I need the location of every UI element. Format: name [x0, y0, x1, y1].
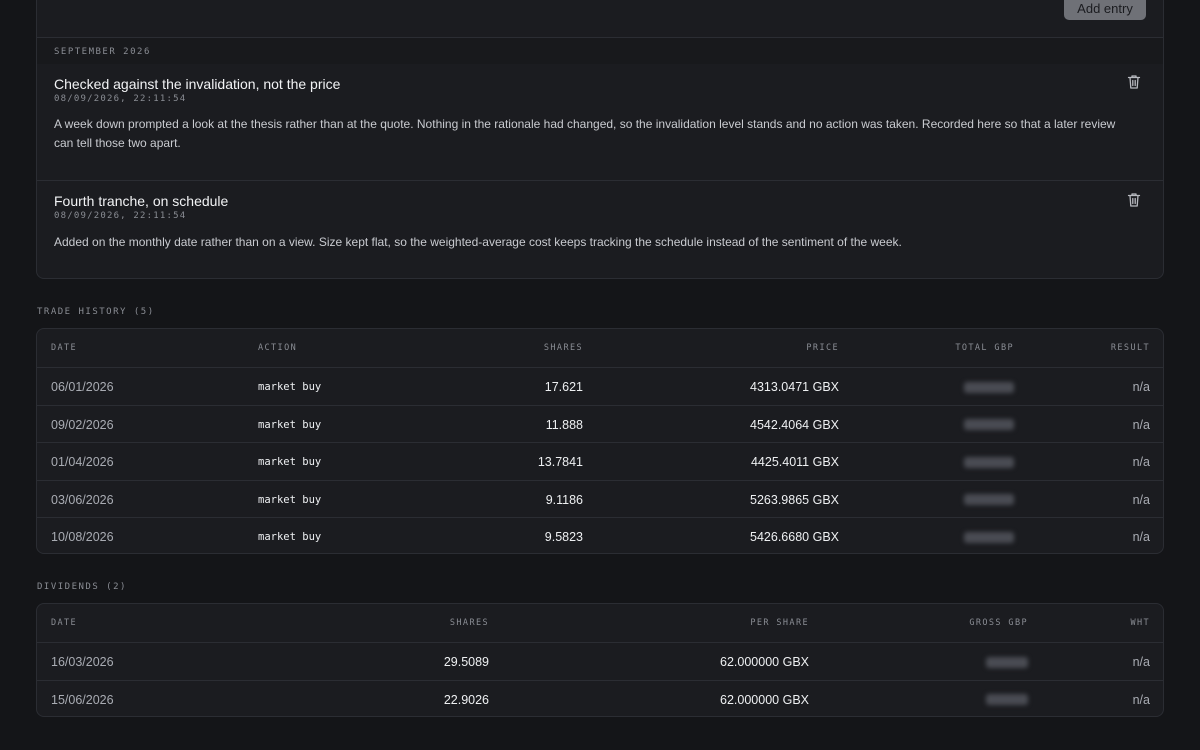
trade-action: market buy	[258, 381, 322, 393]
entry-timestamp: 08/09/2026, 22:11:54	[54, 211, 187, 221]
table-row: 15/06/2026 22.9026 62.000000 GBX n/a	[37, 679, 1163, 717]
month-group-header: SEPTEMBER 2026	[37, 37, 1163, 64]
dividend-gross-gbp-redacted	[986, 681, 1028, 717]
trade-result: n/a	[1132, 455, 1150, 469]
table-header-row: DATE ACTION SHARES PRICE TOTAL GBP RESUL…	[37, 329, 1163, 367]
redacted-value	[986, 656, 1028, 668]
trade-total-gbp-redacted	[964, 518, 1014, 553]
dividend-wht: n/a	[1132, 692, 1150, 707]
column-header-price: PRICE	[806, 343, 839, 353]
trade-shares: 17.621	[544, 380, 583, 394]
dividend-date: 15/06/2026	[51, 692, 114, 707]
trade-history-table: DATE ACTION SHARES PRICE TOTAL GBP RESUL…	[36, 328, 1164, 554]
dividend-gross-gbp-redacted	[986, 643, 1028, 681]
trade-action: market buy	[258, 456, 322, 468]
entry-title: Checked against the invalidation, not th…	[54, 76, 341, 92]
table-row: 09/02/2026 market buy 11.888 4542.4064 GBX n…	[37, 404, 1163, 444]
dividend-per-share: 62.000000 GBX	[720, 655, 809, 669]
redacted-value	[964, 531, 1014, 543]
column-header-per-share: PER SHARE	[750, 618, 809, 628]
column-header-date: DATE	[51, 618, 78, 628]
entry-body: A week down prompted a look at the thesi…	[54, 117, 1116, 150]
trade-price: 5263.9865 GBX	[750, 492, 839, 507]
dividend-per-share: 62.000000 GBX	[720, 692, 809, 707]
trade-result: n/a	[1132, 492, 1150, 507]
trade-action: market buy	[258, 493, 322, 506]
trade-total-gbp-redacted	[964, 443, 1014, 481]
column-header-gross-gbp: GROSS GBP	[969, 618, 1028, 628]
column-header-total-gbp: TOTAL GBP	[955, 343, 1014, 353]
column-header-wht: WHT	[1130, 618, 1150, 628]
redacted-value	[964, 419, 1014, 430]
trade-action: market buy	[258, 531, 322, 543]
table-row: 10/08/2026 market buy 9.5823 5426.6680 GBX n…	[37, 517, 1163, 553]
trade-shares: 9.1186	[545, 492, 583, 507]
entry-title: Fourth tranche, on schedule	[54, 193, 229, 209]
trash-icon[interactable]	[1127, 192, 1141, 208]
dividend-wht: n/a	[1132, 655, 1150, 669]
column-header-date: DATE	[51, 343, 78, 353]
entry-timestamp: 08/09/2026, 22:11:54	[54, 94, 187, 104]
redacted-value	[964, 381, 1014, 393]
trade-action: market buy	[258, 418, 322, 431]
trade-shares: 9.5823	[544, 530, 583, 544]
table-row: 03/06/2026 market buy 9.1186 5263.9865 GBX n…	[37, 479, 1163, 519]
trade-date: 03/06/2026	[51, 492, 114, 507]
trade-price: 4313.0471 GBX	[750, 380, 839, 394]
trade-price: 4542.4064 GBX	[750, 417, 839, 432]
dividends-title: DIVIDENDS (2)	[37, 582, 127, 592]
month-label: SEPTEMBER 2026	[54, 47, 151, 57]
table-header-row: DATE SHARES PER SHARE GROSS GBP WHT	[37, 604, 1163, 642]
column-header-shares: SHARES	[543, 343, 583, 353]
add-entry-button[interactable]: Add entry	[1064, 0, 1146, 20]
trade-date: 09/02/2026	[51, 417, 114, 432]
trade-shares: 13.7841	[537, 455, 583, 469]
trade-date: 06/01/2026	[51, 380, 114, 394]
trade-total-gbp-redacted	[964, 481, 1014, 519]
trade-shares: 11.888	[545, 417, 583, 432]
column-header-shares: SHARES	[449, 618, 489, 628]
trade-result: n/a	[1132, 417, 1150, 432]
column-header-result: RESULT	[1110, 343, 1150, 353]
trade-total-gbp-redacted	[964, 406, 1014, 444]
table-row: 06/01/2026 market buy 17.621 4313.0471 GBX n…	[37, 367, 1163, 405]
trade-date: 01/04/2026	[51, 455, 114, 469]
table-row: 01/04/2026 market buy 13.7841 4425.4011 GBX…	[37, 442, 1163, 480]
journal-card: Add entry SEPTEMBER 2026 Checked against…	[36, 0, 1164, 279]
trash-icon[interactable]	[1127, 74, 1141, 90]
column-header-action: ACTION	[258, 343, 298, 353]
redacted-value	[964, 494, 1014, 505]
redacted-value	[986, 694, 1028, 705]
dividend-shares: 29.5089	[443, 655, 489, 669]
journal-entry: Checked against the invalidation, not th…	[37, 64, 1163, 180]
trade-total-gbp-redacted	[964, 368, 1014, 406]
trade-result: n/a	[1132, 380, 1150, 394]
redacted-value	[964, 456, 1014, 468]
trade-history-title: TRADE HISTORY (5)	[37, 307, 155, 317]
trade-result: n/a	[1132, 530, 1150, 544]
dividends-table: DATE SHARES PER SHARE GROSS GBP WHT 16/0…	[36, 603, 1164, 717]
table-row: 16/03/2026 29.5089 62.000000 GBX n/a	[37, 642, 1163, 680]
dividend-date: 16/03/2026	[51, 655, 114, 669]
trade-price: 4425.4011 GBX	[750, 455, 839, 469]
trade-price: 5426.6680 GBX	[750, 530, 839, 544]
trade-date: 10/08/2026	[51, 530, 114, 544]
journal-entry: Fourth tranche, on schedule 08/09/2026, …	[37, 181, 1163, 279]
entry-body: Added on the monthly date rather than on…	[54, 235, 902, 249]
dividend-shares: 22.9026	[443, 692, 489, 707]
